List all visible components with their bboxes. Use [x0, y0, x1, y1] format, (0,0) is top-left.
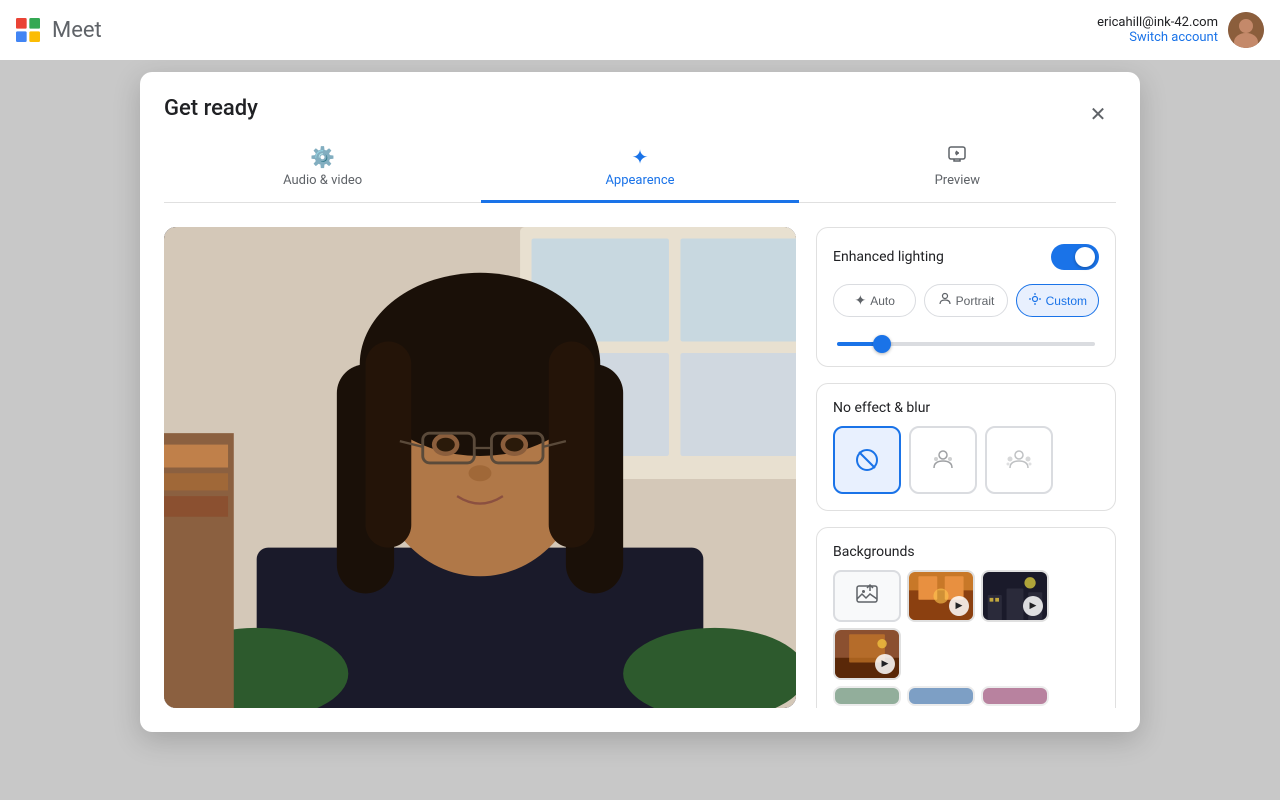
auto-mode-button[interactable]: ✦ Auto [833, 284, 916, 317]
lighting-mode-buttons: ✦ Auto Portrait [833, 284, 1099, 317]
strong-blur-icon [1005, 446, 1033, 474]
right-panel: Enhanced lighting ✦ Auto [816, 227, 1116, 708]
tab-audio-video[interactable]: ⚙️ Audio & video [164, 145, 481, 203]
video-frame [164, 227, 796, 708]
tab-appearance-label: Appearence [605, 173, 674, 188]
tab-preview-label: Preview [935, 173, 980, 188]
portrait-icon [938, 292, 952, 309]
portrait-mode-label: Portrait [956, 294, 995, 308]
upload-background-button[interactable] [833, 570, 901, 622]
custom-mode-label: Custom [1046, 294, 1087, 308]
auto-icon: ✦ [854, 292, 866, 309]
lighting-slider[interactable] [837, 342, 1095, 346]
topbar-right: ericahill@ink-42.com Switch account [1097, 12, 1264, 48]
topbar-left: Meet [12, 14, 102, 46]
backgrounds-row2 [833, 686, 1099, 708]
no-effect-icon [853, 446, 881, 474]
backgrounds-card: Backgrounds [816, 527, 1116, 708]
backgrounds-section-label: Backgrounds [833, 544, 1099, 560]
video-placeholder [164, 227, 796, 708]
app-name: Meet [52, 18, 102, 43]
play-icon-3: ▶ [875, 654, 895, 674]
dialog-title: Get ready [164, 96, 258, 121]
lighting-slider-container [833, 331, 1099, 350]
no-effect-button[interactable] [833, 426, 901, 494]
background-1-button[interactable]: ▶ [907, 570, 975, 622]
enhanced-lighting-label: Enhanced lighting [833, 249, 944, 265]
auto-mode-label: Auto [870, 294, 895, 308]
background-4-button[interactable] [833, 686, 901, 706]
avatar[interactable] [1228, 12, 1264, 48]
tab-appearance[interactable]: ✦ Appearence [481, 145, 798, 203]
background-6-button[interactable] [981, 686, 1049, 706]
get-ready-dialog: Get ready ✕ ⚙️ Audio & video ✦ Appearenc… [140, 72, 1140, 732]
switch-account-link[interactable]: Switch account [1097, 30, 1218, 45]
background-5-button[interactable] [907, 686, 975, 706]
play-icon-1: ▶ [949, 596, 969, 616]
background-2-button[interactable]: ▶ [981, 570, 1049, 622]
avatar-image [1228, 12, 1264, 48]
effects-section-label: No effect & blur [833, 400, 1099, 416]
account-email: ericahill@ink-42.com [1097, 15, 1218, 30]
enhanced-lighting-toggle[interactable] [1051, 244, 1099, 270]
meet-logo-icon [12, 14, 44, 46]
account-info: ericahill@ink-42.com Switch account [1097, 15, 1218, 45]
tab-audio-video-label: Audio & video [283, 173, 362, 188]
strong-blur-button[interactable] [985, 426, 1053, 494]
custom-mode-button[interactable]: Custom [1016, 284, 1099, 317]
tabs-bar: ⚙️ Audio & video ✦ Appearence Preview [164, 132, 1116, 203]
custom-icon [1028, 292, 1042, 309]
slight-blur-button[interactable] [909, 426, 977, 494]
effects-card: No effect & blur [816, 383, 1116, 511]
play-icon-2: ▶ [1023, 596, 1043, 616]
portrait-mode-button[interactable]: Portrait [924, 284, 1007, 317]
enhanced-lighting-row: Enhanced lighting [833, 244, 1099, 270]
preview-icon [947, 144, 967, 169]
effect-grid [833, 426, 1099, 494]
tab-preview[interactable]: Preview [799, 144, 1116, 203]
topbar: Meet ericahill@ink-42.com Switch account [0, 0, 1280, 60]
slight-blur-icon [929, 446, 957, 474]
gear-icon: ⚙️ [310, 145, 335, 169]
video-feed [164, 227, 796, 708]
sparkle-icon: ✦ [632, 145, 649, 169]
enhanced-lighting-card: Enhanced lighting ✦ Auto [816, 227, 1116, 367]
background-3-button[interactable]: ▶ [833, 628, 901, 680]
upload-image-icon [855, 582, 879, 611]
backgrounds-grid: ▶ [833, 570, 1099, 680]
dialog-header: Get ready ✕ [140, 72, 1140, 132]
dialog-content: Enhanced lighting ✦ Auto [140, 203, 1140, 732]
close-button[interactable]: ✕ [1080, 96, 1116, 132]
